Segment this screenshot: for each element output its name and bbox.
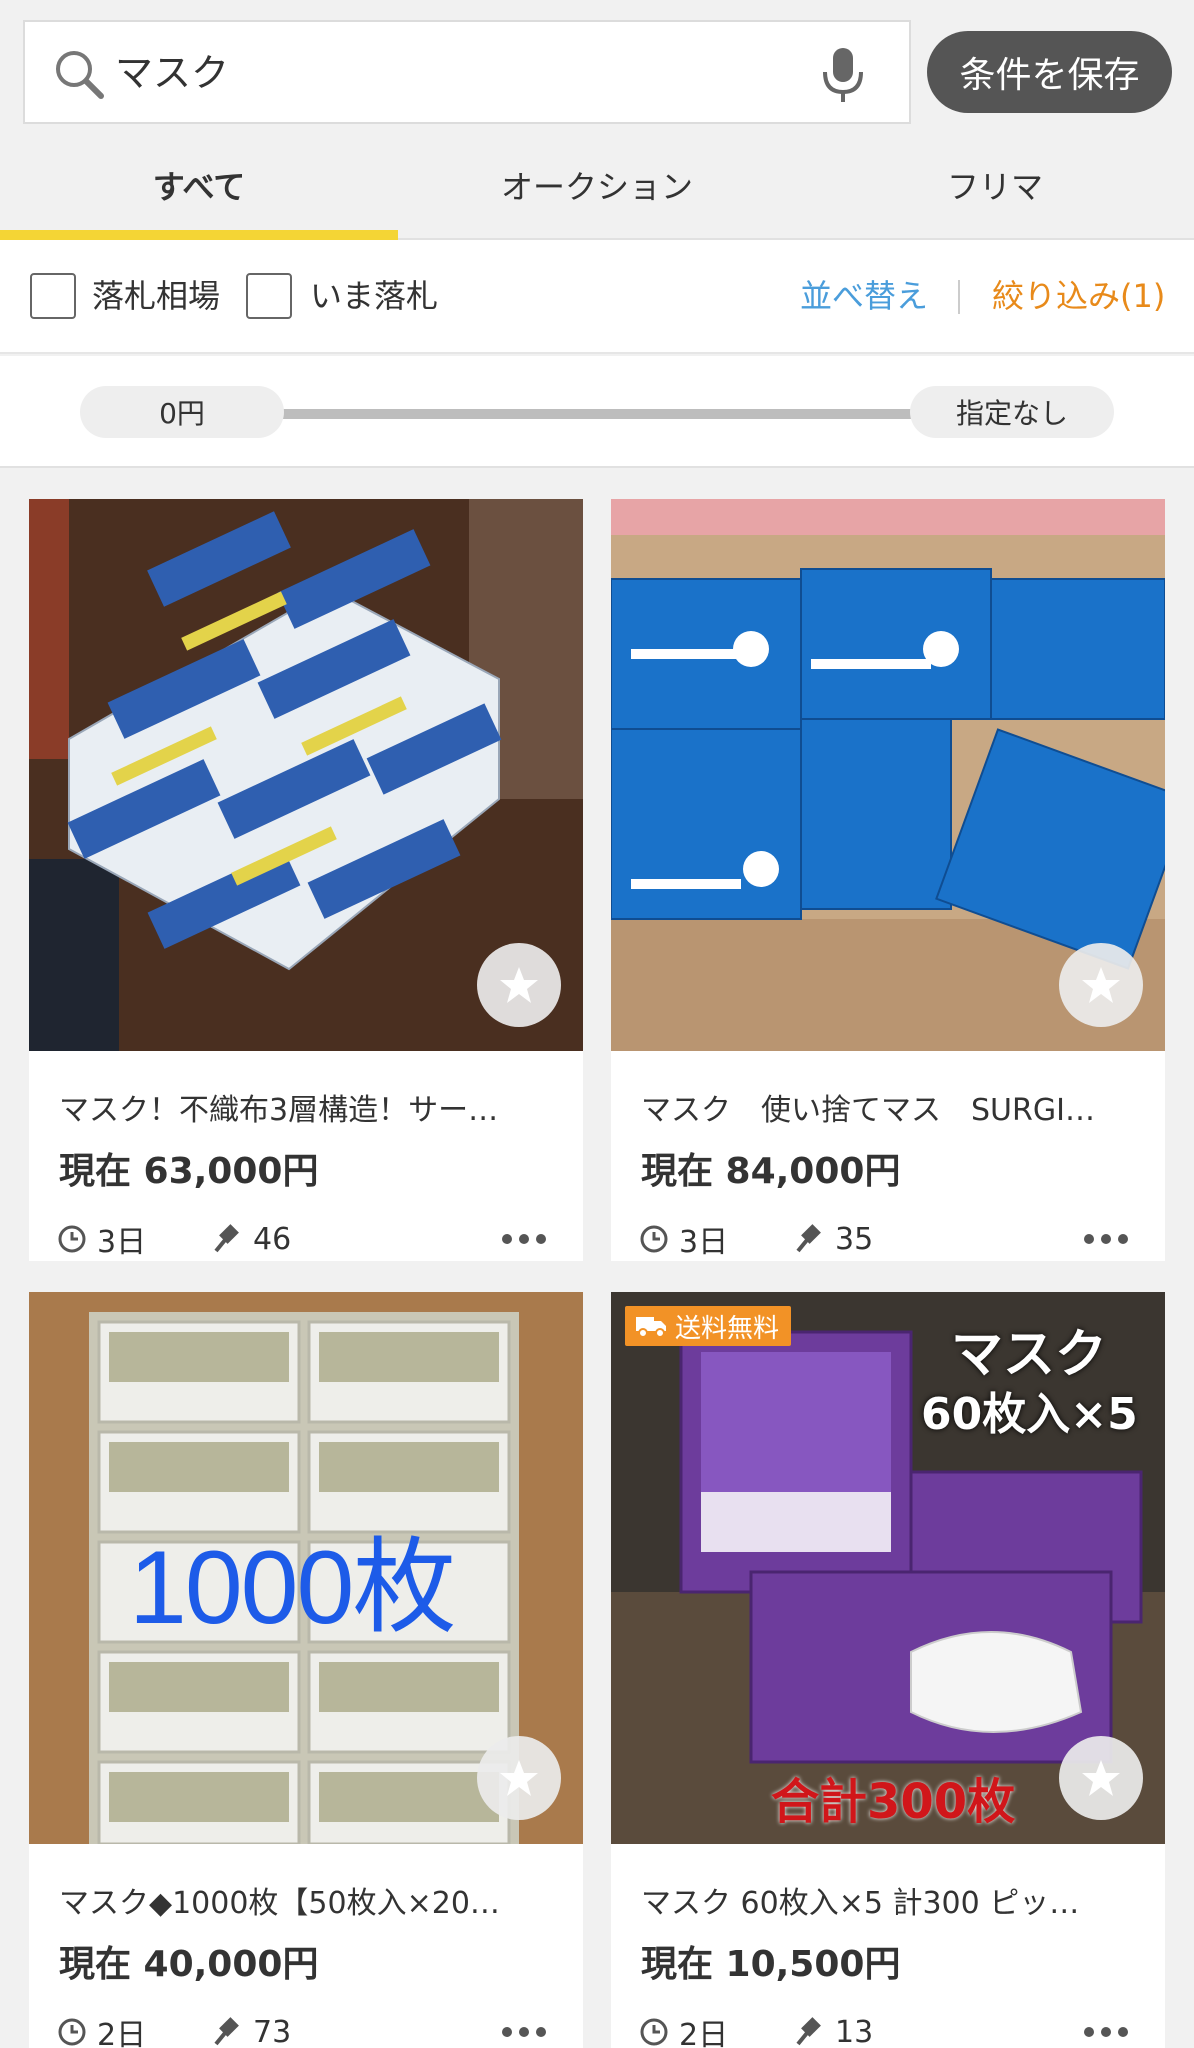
listing-card[interactable]: 送料無料 マスク 60枚入×5 合計300枚 マスク 60枚入×5 計300 ピ…	[611, 1292, 1165, 2048]
checkbox-buy-now-label[interactable]: いま落札	[310, 270, 438, 322]
bid-count-value: 35	[835, 1221, 874, 1257]
listing-card[interactable]: マスク 使い捨てマス SURGI… 現在 84,000円 3日 35	[611, 499, 1165, 1261]
price-range-slider: 0円 指定なし	[0, 356, 1194, 468]
bid-count: 73	[213, 2010, 291, 2048]
time-left-value: 3日	[679, 1225, 729, 1260]
save-search-button[interactable]: 条件を保存	[927, 31, 1172, 113]
listing-card[interactable]: マスク！不織布3層構造！サー… 現在 63,000円 3日 46	[29, 499, 583, 1261]
more-options-icon[interactable]	[499, 2020, 549, 2044]
listing-card[interactable]: 1000枚 マスク◆1000枚【50枚入×20… 現在 40,000円 2日 7…	[29, 1292, 583, 2048]
refine-link[interactable]: 絞り込み(1)	[992, 270, 1165, 322]
more-options-icon[interactable]	[1081, 1227, 1131, 1251]
star-icon	[1082, 967, 1120, 1003]
search-icon	[56, 51, 104, 99]
listing-image[interactable]	[611, 499, 1165, 1051]
bid-count: 46	[213, 1217, 291, 1261]
free-shipping-badge: 送料無料	[625, 1306, 792, 1346]
bid-count-value: 13	[835, 2014, 874, 2048]
slider-track[interactable]	[270, 409, 920, 419]
listing-grid: マスク！不織布3層構造！サー… 現在 63,000円 3日 46 マスク 使い捨…	[0, 470, 1194, 2048]
image-overlay-subtitle: 60枚入×5	[921, 1389, 1138, 1440]
filter-row: 落札相場 いま落札 並べ替え 絞り込み(1)	[0, 240, 1194, 354]
truck-icon	[636, 1317, 666, 1338]
star-icon	[500, 967, 538, 1003]
tab-all[interactable]: すべて	[0, 130, 398, 240]
image-overlay-title: マスク	[951, 1325, 1108, 1385]
more-options-icon[interactable]	[1081, 2020, 1131, 2044]
clock-icon	[58, 2018, 86, 2046]
time-left-value: 3日	[97, 1225, 147, 1260]
favorite-button[interactable]	[477, 943, 561, 1027]
listing-image[interactable]: 送料無料 マスク 60枚入×5 合計300枚	[611, 1292, 1165, 1844]
search-bar: マスク 条件を保存	[0, 0, 1194, 130]
star-icon	[1082, 1760, 1120, 1796]
price-min-handle[interactable]: 0円	[80, 386, 284, 438]
listing-price: 現在 10,500円	[641, 1944, 901, 1985]
image-overlay-total: 合計300枚	[771, 1774, 1016, 1830]
time-left: 3日	[57, 1217, 146, 1261]
checkbox-sold-price[interactable]	[30, 273, 76, 319]
time-left: 3日	[639, 1217, 728, 1261]
microphone-icon[interactable]	[818, 44, 868, 106]
listing-title[interactable]: マスク 60枚入×5 計300 ピッ…	[641, 1882, 1141, 1926]
listing-price: 現在 63,000円	[59, 1151, 319, 1192]
gavel-icon	[214, 1224, 239, 1253]
tab-flea-market[interactable]: フリマ	[796, 130, 1194, 240]
time-left-value: 2日	[679, 2018, 729, 2048]
bid-count: 13	[795, 2010, 873, 2048]
clock-icon	[58, 1225, 86, 1253]
checkbox-sold-price-label[interactable]: 落札相場	[92, 270, 220, 322]
tab-bar: すべて オークション フリマ	[0, 130, 1194, 240]
more-options-icon[interactable]	[499, 1227, 549, 1251]
listing-title[interactable]: マスク！不織布3層構造！サー…	[59, 1089, 559, 1133]
clock-icon	[640, 2018, 668, 2046]
time-left-value: 2日	[97, 2018, 147, 2048]
search-input[interactable]: マスク	[23, 20, 911, 124]
free-shipping-label: 送料無料	[675, 1313, 780, 1344]
checkbox-buy-now[interactable]	[246, 273, 292, 319]
listing-price: 現在 84,000円	[641, 1151, 901, 1192]
gavel-icon	[214, 2017, 239, 2046]
gavel-icon	[796, 1224, 821, 1253]
bid-count: 35	[795, 1217, 873, 1261]
favorite-button[interactable]	[477, 1736, 561, 1820]
active-tab-indicator	[0, 230, 398, 240]
favorite-button[interactable]	[1059, 943, 1143, 1027]
gavel-icon	[796, 2017, 821, 2046]
listing-price: 現在 40,000円	[59, 1944, 319, 1985]
tab-auction[interactable]: オークション	[398, 130, 796, 240]
listing-image[interactable]: 1000枚	[29, 1292, 583, 1844]
favorite-button[interactable]	[1059, 1736, 1143, 1820]
divider	[958, 280, 960, 314]
clock-icon	[640, 1225, 668, 1253]
image-overlay-text: 1000枚	[129, 1530, 456, 1646]
time-left: 2日	[639, 2010, 728, 2048]
time-left: 2日	[57, 2010, 146, 2048]
bid-count-value: 46	[253, 1221, 292, 1257]
price-max-handle[interactable]: 指定なし	[910, 386, 1114, 438]
listing-image[interactable]	[29, 499, 583, 1051]
listing-title[interactable]: マスク 使い捨てマス SURGI…	[641, 1089, 1141, 1133]
search-query: マスク	[115, 51, 230, 95]
sort-link[interactable]: 並べ替え	[800, 270, 928, 322]
star-icon	[500, 1760, 538, 1796]
listing-title[interactable]: マスク◆1000枚【50枚入×20…	[59, 1882, 559, 1926]
bid-count-value: 73	[253, 2014, 292, 2048]
